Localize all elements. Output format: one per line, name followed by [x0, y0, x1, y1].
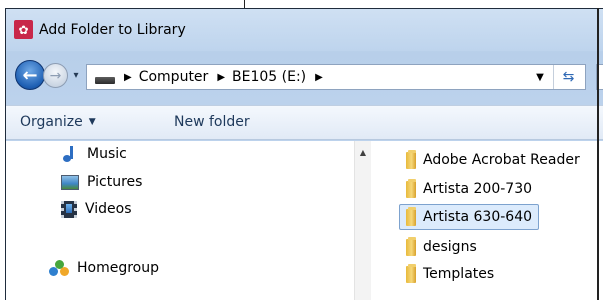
recent-pages-dropdown[interactable]: ▾	[70, 69, 82, 81]
folder-list: Adobe Acrobat Reader Artista 200-730 Art…	[391, 141, 603, 300]
list-item[interactable]: designs	[399, 234, 484, 260]
new-folder-button[interactable]: New folder	[174, 114, 250, 130]
list-item-selected[interactable]: Artista 630-640	[399, 204, 540, 230]
back-button[interactable]: ←	[15, 60, 45, 90]
address-bar[interactable]: ▶ Computer ▶ BE105 (E:) ▶ ▼ ⇆	[86, 64, 586, 90]
breadcrumb-separator-icon[interactable]: ▶	[217, 72, 225, 83]
nav-item-label: Homegroup	[77, 260, 160, 276]
desktop-strip	[0, 0, 603, 8]
folder-name: Artista 200-730	[423, 181, 533, 197]
content-area: Music Pictures Videos Homegroup ▲ Adobe …	[6, 141, 603, 300]
chevron-down-icon: ▼	[536, 71, 544, 83]
breadcrumb-separator-icon[interactable]: ▶	[315, 72, 323, 83]
nav-item-label: Videos	[85, 201, 132, 217]
nav-item-videos[interactable]: Videos	[61, 198, 132, 220]
list-item[interactable]: Artista 200-730	[399, 176, 539, 202]
drive-icon	[95, 76, 115, 84]
folder-name: Artista 630-640	[423, 209, 533, 225]
breadcrumb-separator-icon[interactable]: ▶	[124, 72, 132, 83]
nav-item-label: Music	[87, 146, 127, 162]
forward-arrow-icon: →	[49, 67, 62, 84]
list-item[interactable]: Templates	[399, 261, 501, 287]
window-title: Add Folder to Library	[39, 22, 186, 38]
breadcrumb-drive[interactable]: BE105 (E:)	[232, 69, 306, 85]
breadcrumb-computer[interactable]: Computer	[139, 69, 209, 85]
nav-item-music[interactable]: Music	[61, 143, 127, 165]
folder-icon	[406, 149, 416, 169]
homegroup-icon	[49, 259, 69, 277]
refresh-button[interactable]: ⇆	[553, 65, 583, 89]
folder-icon	[406, 263, 416, 283]
organize-label: Organize	[20, 114, 83, 130]
chevron-down-icon: ▾	[73, 69, 79, 81]
scroll-up-button[interactable]: ▲	[355, 145, 371, 159]
nav-item-homegroup[interactable]: Homegroup	[49, 257, 159, 279]
nav-item-label: Pictures	[87, 174, 143, 190]
list-item[interactable]: Adobe Acrobat Reader	[399, 147, 587, 173]
folder-name: Templates	[423, 266, 495, 282]
library-icon: ✿	[14, 20, 33, 39]
navigation-pane: Music Pictures Videos Homegroup ▲	[6, 141, 371, 300]
folder-icon	[406, 206, 416, 226]
folder-icon	[406, 178, 416, 198]
forward-button[interactable]: →	[43, 63, 68, 88]
navigation-bar: ← → ▾ ▶ Computer ▶ BE105 (E:) ▶ ▼ ⇆	[6, 57, 603, 97]
command-toolbar: Organize ▼ New folder	[6, 105, 603, 140]
nav-pane-scrollbar[interactable]: ▲	[354, 141, 371, 300]
pictures-icon	[61, 174, 79, 190]
folder-icon	[406, 236, 416, 256]
music-icon	[61, 145, 79, 163]
add-folder-dialog: ✿ Add Folder to Library ← → ▾ ▶ Computer…	[5, 8, 603, 300]
refresh-icon: ⇆	[562, 69, 575, 85]
folder-name: designs	[423, 239, 477, 255]
organize-button[interactable]: Organize ▼	[20, 114, 96, 130]
nav-item-pictures[interactable]: Pictures	[61, 171, 142, 193]
desktop-divider	[244, 0, 245, 8]
window-edge	[597, 8, 599, 300]
chevron-down-icon: ▼	[88, 117, 96, 127]
title-bar[interactable]: ✿ Add Folder to Library	[6, 9, 603, 51]
folder-name: Adobe Acrobat Reader	[423, 152, 580, 168]
videos-icon	[61, 200, 77, 218]
chevron-up-icon: ▲	[359, 147, 367, 157]
back-arrow-icon: ←	[22, 64, 38, 86]
address-dropdown-button[interactable]: ▼	[533, 67, 547, 87]
